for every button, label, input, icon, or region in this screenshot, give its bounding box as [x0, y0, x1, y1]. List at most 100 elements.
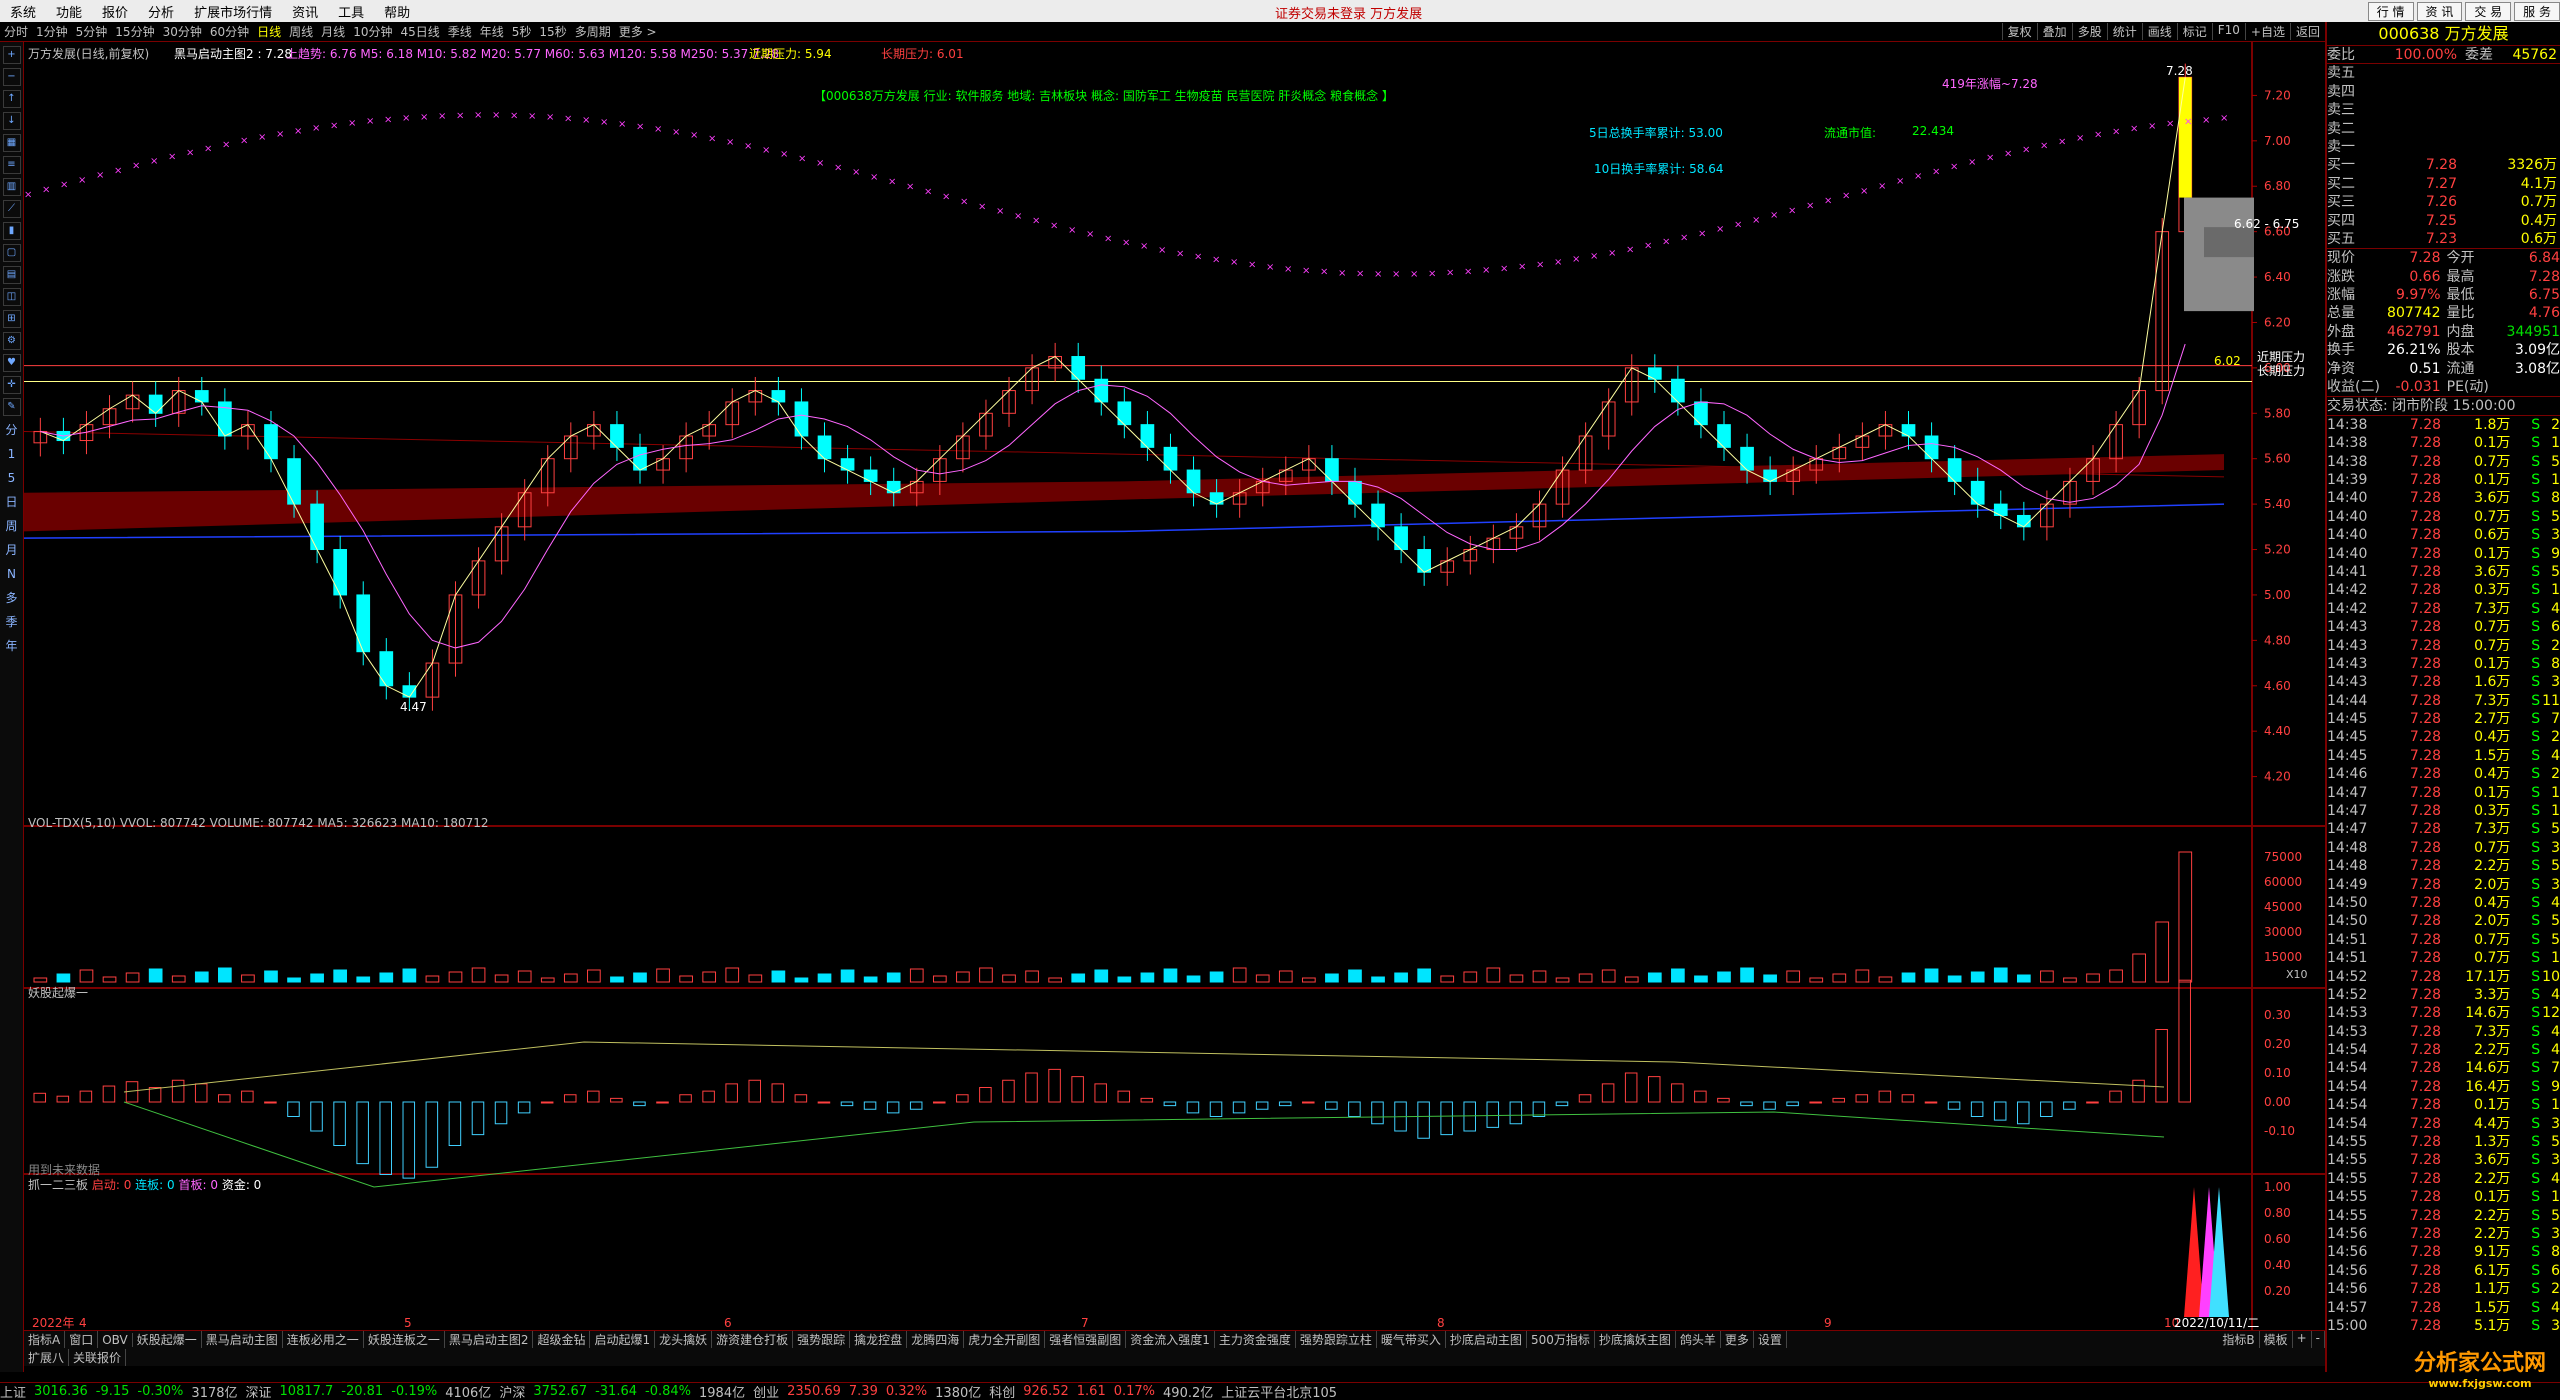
grid-icon[interactable]: ▦	[2, 134, 21, 152]
indicator-tab[interactable]: 500万指标	[1527, 1331, 1595, 1348]
indicator-tab[interactable]: 黑马启动主图2	[445, 1331, 534, 1348]
menu-analysis[interactable]: 分析	[138, 2, 184, 21]
menu-info[interactable]: 资讯	[282, 2, 328, 21]
arrow-down-icon[interactable]: ↓	[2, 112, 21, 130]
indicator-tab[interactable]: 资金流入强度1	[1126, 1331, 1215, 1348]
tick-list[interactable]: 14:38 7.28 1.8万 S 2 14:38 7.28 0.1万 S 1 14:38 7.28 0…	[2327, 416, 2560, 1336]
indicator-tab[interactable]: 指标A	[24, 1331, 66, 1348]
left-tool-day[interactable]: 日	[5, 492, 17, 512]
indicator-tab[interactable]: 妖股起爆一	[133, 1331, 202, 1348]
kline-chart[interactable]: 7.207.006.806.606.406.206.005.805.605.40…	[24, 42, 2325, 1330]
period-button[interactable]: 30分钟	[159, 23, 206, 40]
chart-area[interactable]: 7.20 7.00 6.80 6.60 6.40 6.20 6.00 5.80 5.60 5.40…	[24, 42, 2325, 1330]
indicator-tab-right[interactable]: 模板	[2260, 1331, 2293, 1348]
tab-expand-8[interactable]: 扩展八	[24, 1348, 70, 1366]
indicator-tab[interactable]: 龙头擒妖	[655, 1331, 713, 1348]
mark-button[interactable]: 标记	[2176, 23, 2212, 40]
candle-icon[interactable]: ▮	[2, 222, 21, 240]
f10-button[interactable]: F10	[2211, 23, 2245, 40]
indicator-tab[interactable]: 鸽头羊	[1676, 1331, 1721, 1348]
tab-related-quote[interactable]: 关联报价	[69, 1348, 127, 1366]
period-button[interactable]: 多周期	[571, 23, 615, 40]
indicator-tab[interactable]: 超级金钻	[533, 1331, 591, 1348]
indicator-tab[interactable]: 设置	[1754, 1331, 1787, 1348]
indicator-tab[interactable]: 抄底启动主图	[1446, 1331, 1527, 1348]
left-tool-month[interactable]: 月	[5, 540, 17, 560]
indicator-tab[interactable]: 虎力全开副图	[964, 1331, 1046, 1348]
menu-function[interactable]: 功能	[46, 2, 92, 21]
menu-extended-market[interactable]: 扩展市场行情	[184, 2, 282, 21]
period-button[interactable]: 60分钟	[206, 23, 253, 40]
bookmark-icon[interactable]: ⊞	[2, 310, 21, 328]
left-tool-n[interactable]: N	[7, 564, 16, 584]
line-icon[interactable]: ⟋	[2, 200, 21, 218]
arrow-up-icon[interactable]: ↑	[2, 90, 21, 108]
indicator-tab[interactable]: 游资建仓打板	[712, 1331, 794, 1348]
service-mode-button[interactable]: 服 务	[2514, 2, 2560, 21]
indicator-tab[interactable]: OBV	[98, 1332, 133, 1347]
layers-icon[interactable]: ◫	[2, 288, 21, 306]
left-tool-multi[interactable]: 多	[5, 588, 17, 608]
left-tool-week[interactable]: 周	[5, 516, 17, 536]
zoom-out-icon[interactable]: −	[2, 68, 21, 86]
period-button[interactable]: 10分钟	[349, 23, 396, 40]
period-button[interactable]: 月线	[317, 23, 349, 40]
news-mode-button[interactable]: 资 讯	[2416, 2, 2463, 21]
multi-stock-button[interactable]: 多股	[2071, 23, 2107, 40]
quote-mode-button[interactable]: 行 情	[2367, 2, 2414, 21]
indicator-tab[interactable]: 黑马启动主图	[202, 1331, 283, 1348]
period-button-daily[interactable]: 日线	[253, 23, 285, 40]
zoom-in-icon[interactable]: +	[2, 46, 21, 64]
add-watchlist-button[interactable]: +自选	[2244, 23, 2290, 40]
period-button[interactable]: 周线	[285, 23, 317, 40]
indicator-tab[interactable]: 强势跟踪立柱	[1296, 1331, 1377, 1348]
trade-mode-button[interactable]: 交 易	[2465, 2, 2512, 21]
indicator-tab[interactable]: 更多	[1721, 1331, 1754, 1348]
period-button[interactable]: 5秒	[508, 23, 536, 40]
indicator-tab[interactable]: 强者恒强副图	[1045, 1331, 1127, 1348]
indicator-tab-right[interactable]: +	[2293, 1331, 2312, 1348]
indicator-tab[interactable]: 主力资金强度	[1215, 1331, 1296, 1348]
window-icon[interactable]: ▢	[2, 244, 21, 262]
indicator-tab[interactable]: 强势跟踪	[793, 1331, 851, 1348]
left-tool-season[interactable]: 季	[5, 612, 17, 632]
period-button[interactable]: 1分钟	[32, 23, 72, 40]
indicator-tab[interactable]: 窗口	[65, 1331, 99, 1348]
fuquan-button[interactable]: 复权	[2001, 23, 2037, 40]
period-button[interactable]: 45日线	[396, 23, 443, 40]
indicator-tab[interactable]: 暖气带买入	[1377, 1331, 1446, 1348]
period-button[interactable]: 年线	[476, 23, 508, 40]
menu-system[interactable]: 系统	[0, 2, 46, 21]
indicator-tab[interactable]: 妖股连板之一	[364, 1331, 445, 1348]
left-tool-1[interactable]: 1	[8, 444, 16, 464]
period-button[interactable]: 分时	[0, 23, 32, 40]
left-tool-5[interactable]: 5	[8, 468, 16, 488]
period-button[interactable]: 15秒	[535, 23, 570, 40]
period-button[interactable]: 15分钟	[111, 23, 158, 40]
menu-tools[interactable]: 工具	[328, 2, 374, 21]
heart-icon[interactable]: ♥	[2, 354, 21, 372]
overlay-button[interactable]: 叠加	[2036, 23, 2072, 40]
left-tool-year[interactable]: 年	[5, 636, 17, 656]
period-button[interactable]: 季线	[444, 23, 476, 40]
stats-button[interactable]: 统计	[2106, 23, 2142, 40]
table-icon[interactable]: ▤	[2, 266, 21, 284]
settings-icon[interactable]: ⚙	[2, 332, 21, 350]
indicator-tab[interactable]: 连板必用之一	[283, 1331, 364, 1348]
indicator-tab[interactable]: 抄底擒妖主图	[1595, 1331, 1676, 1348]
back-button[interactable]: 返回	[2289, 23, 2325, 40]
chart-icon[interactable]: ▥	[2, 178, 21, 196]
list-icon[interactable]: ≡	[2, 156, 21, 174]
indicator-tab-right[interactable]: -	[2312, 1331, 2325, 1348]
menu-help[interactable]: 帮助	[374, 2, 420, 21]
period-more-button[interactable]: 更多 >	[615, 23, 661, 40]
left-tool-fen[interactable]: 分	[5, 420, 17, 440]
crosshair-icon[interactable]: ✛	[2, 376, 21, 394]
menu-quote[interactable]: 报价	[92, 2, 138, 21]
period-button[interactable]: 5分钟	[72, 23, 112, 40]
indicator-tab[interactable]: 擒龙控盘	[850, 1331, 908, 1348]
draw-button[interactable]: 画线	[2141, 23, 2177, 40]
indicator-tab[interactable]: 龙腾四海	[907, 1331, 965, 1348]
pen-icon[interactable]: ✎	[2, 398, 21, 416]
indicator-tab-right[interactable]: 指标B	[2218, 1331, 2260, 1348]
